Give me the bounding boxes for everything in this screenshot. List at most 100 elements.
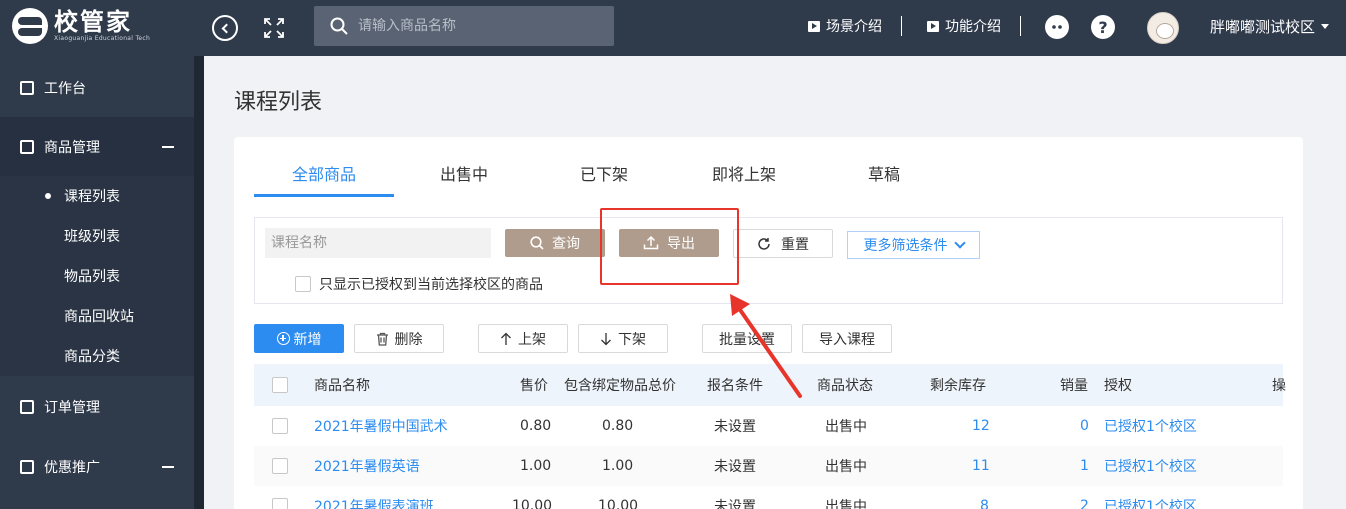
tab-on-sale[interactable]: 出售中 (394, 157, 534, 197)
search-icon (530, 236, 544, 250)
status-cell: 出售中 (825, 499, 867, 509)
tab-draft[interactable]: 草稿 (814, 157, 954, 197)
collapse-icon (162, 146, 174, 148)
sidebar-item-course-list[interactable]: 课程列表 (0, 176, 194, 216)
sidebar-scrollbar[interactable] (194, 56, 204, 509)
row-checkbox[interactable] (272, 418, 288, 434)
sidebar-item-order-mgmt[interactable]: 订单管理 (0, 377, 194, 437)
table-row: 2021年暑假中国武术 0.80 0.80 未设置 出售中 12 0 已授权1个… (254, 406, 1283, 446)
condition-cell: 未设置 (714, 499, 756, 509)
gift-icon (20, 460, 34, 474)
sidebar-item-goods-list[interactable]: 物品列表 (0, 256, 194, 296)
fullscreen-button[interactable] (262, 16, 286, 40)
bundle-price-cell: 10.00 (598, 498, 639, 509)
product-name-link[interactable]: 2021年暑假表演班 (314, 486, 434, 509)
delete-button[interactable]: 删除 (354, 324, 444, 353)
feature-intro-link[interactable]: 功能介绍 (927, 16, 1001, 36)
annotation-arrow (730, 294, 802, 398)
row-checkbox[interactable] (272, 458, 288, 474)
fullscreen-icon (264, 18, 284, 38)
top-bar: 校管家 Xiaoguanjia Educational Tech 场景介绍 功能… (0, 0, 1346, 56)
tab-off-shelf[interactable]: 已下架 (534, 157, 674, 197)
play-icon (808, 20, 820, 32)
add-button[interactable]: 新增 (254, 324, 344, 353)
scene-intro-link[interactable]: 场景介绍 (808, 16, 882, 36)
tab-bar: 全部商品 出售中 已下架 即将上架 草稿 (254, 157, 954, 197)
annotation-highlight-box (600, 208, 739, 285)
authorization-link[interactable]: 已授权1个校区 (1104, 446, 1197, 486)
tab-coming-soon[interactable]: 即将上架 (674, 157, 814, 197)
stock-link[interactable]: 8 (980, 486, 989, 509)
avatar[interactable] (1147, 12, 1179, 44)
col-header-sales: 销量 (1060, 378, 1088, 394)
sales-link[interactable]: 2 (1080, 486, 1089, 509)
table-row: 2021年暑假英语 1.00 1.00 未设置 出售中 11 1 已授权1个校区 (254, 446, 1283, 486)
chevron-down-icon (953, 237, 966, 249)
import-course-button[interactable]: 导入课程 (802, 324, 892, 353)
logo[interactable]: 校管家 Xiaoguanjia Educational Tech (12, 8, 150, 44)
reset-button[interactable]: 重置 (733, 229, 833, 258)
global-search[interactable] (314, 6, 614, 46)
product-name-link[interactable]: 2021年暑假中国武术 (314, 406, 448, 446)
col-header-status: 商品状态 (817, 378, 873, 394)
campus-switcher[interactable]: 胖嘟嘟测试校区 (1210, 16, 1330, 37)
tab-all[interactable]: 全部商品 (254, 157, 394, 197)
search-input[interactable] (358, 18, 598, 34)
back-icon (221, 23, 232, 33)
divider (901, 16, 902, 36)
refresh-icon (758, 237, 770, 250)
status-cell: 出售中 (825, 459, 867, 475)
shelve-button[interactable]: 上架 (478, 324, 568, 353)
play-icon (927, 20, 939, 32)
product-name-link[interactable]: 2021年暑假英语 (314, 446, 420, 486)
status-cell: 出售中 (825, 419, 867, 435)
col-header-stock: 剩余库存 (930, 378, 986, 394)
bag-icon (20, 140, 34, 154)
trash-icon (376, 332, 388, 346)
chat-icon[interactable] (1045, 15, 1069, 39)
unshelve-button[interactable]: 下架 (578, 324, 668, 353)
back-button[interactable] (212, 15, 238, 41)
condition-cell: 未设置 (714, 419, 756, 435)
course-name-input[interactable] (265, 228, 491, 258)
logo-subtitle: Xiaoguanjia Educational Tech (54, 35, 151, 42)
col-header-authorization: 授权 (1104, 378, 1132, 394)
monitor-icon (20, 81, 34, 95)
only-authorized-option[interactable]: 只显示已授权到当前选择校区的商品 (295, 274, 543, 294)
stock-link[interactable]: 11 (972, 446, 990, 486)
more-filters-button[interactable]: 更多筛选条件 (847, 231, 980, 259)
sidebar-item-workbench[interactable]: 工作台 (0, 58, 194, 118)
plus-circle-icon (276, 332, 290, 345)
divider (1020, 16, 1021, 36)
sidebar-item-promotion[interactable]: 优惠推广 (0, 437, 194, 497)
sidebar: 工作台 商品管理 课程列表 班级列表 物品列表 商品回收站 商品分类 订单管理 … (0, 56, 204, 509)
price-cell: 1.00 (520, 458, 552, 474)
sidebar-item-class-list[interactable]: 班级列表 (0, 216, 194, 256)
sidebar-item-product-mgmt[interactable]: 商品管理 (0, 117, 194, 177)
query-button[interactable]: 查询 (505, 229, 605, 257)
authorization-link[interactable]: 已授权1个校区 (1104, 406, 1197, 446)
col-header-name: 商品名称 (314, 378, 370, 394)
row-checkbox[interactable] (272, 498, 288, 509)
help-icon[interactable]: ? (1091, 15, 1115, 39)
caret-down-icon (1321, 24, 1330, 29)
price-cell: 0.80 (520, 418, 552, 434)
collapse-icon (162, 466, 174, 468)
search-icon (330, 17, 348, 35)
authorization-link[interactable]: 已授权1个校区 (1104, 486, 1197, 509)
bundle-price-cell: 0.80 (602, 418, 634, 434)
sidebar-item-recycle-bin[interactable]: 商品回收站 (0, 296, 194, 336)
logo-icon (12, 8, 48, 44)
logo-title: 校管家 (54, 8, 132, 36)
col-header-bundle-price: 包含绑定物品总价 (564, 378, 676, 394)
condition-cell: 未设置 (714, 459, 756, 475)
only-authorized-checkbox[interactable] (295, 276, 311, 292)
bundle-price-cell: 1.00 (602, 458, 634, 474)
select-all-checkbox[interactable] (272, 377, 288, 393)
sales-link[interactable]: 0 (1080, 406, 1089, 446)
table-row: 2021年暑假表演班 10.00 10.00 未设置 出售中 8 2 已授权1个… (254, 486, 1283, 509)
col-header-price: 售价 (520, 378, 548, 394)
sales-link[interactable]: 1 (1080, 446, 1089, 486)
sidebar-item-category[interactable]: 商品分类 (0, 336, 194, 376)
stock-link[interactable]: 12 (972, 406, 990, 446)
